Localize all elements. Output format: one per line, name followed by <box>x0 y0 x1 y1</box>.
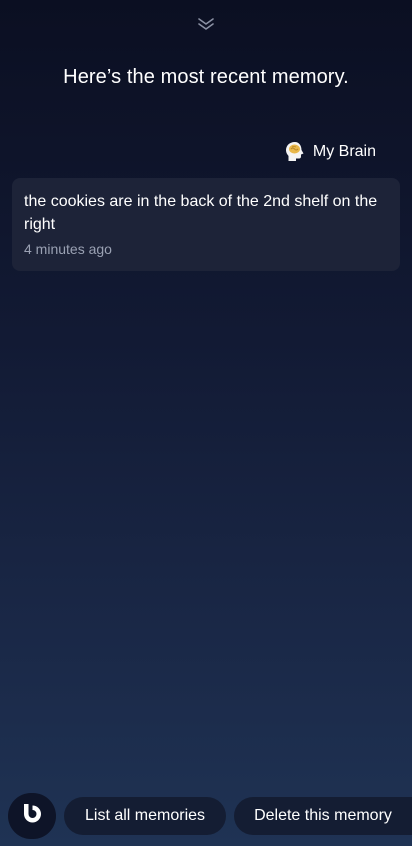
memory-timestamp: 4 minutes ago <box>24 241 112 257</box>
page-title: Here’s the most recent memory. <box>63 66 349 88</box>
memory-source: My Brain <box>285 141 376 163</box>
assistant-button[interactable] <box>8 793 56 839</box>
bottom-bar: List all memories Delete this memory <box>0 793 412 839</box>
memory-card[interactable]: the cookies are in the back of the 2nd s… <box>12 178 400 271</box>
brain-icon <box>285 141 305 163</box>
memory-text: the cookies are in the back of the 2nd s… <box>24 193 378 233</box>
source-label: My Brain <box>312 143 376 160</box>
bixby-icon <box>21 802 43 831</box>
delete-memory-button[interactable]: Delete this memory <box>234 797 412 835</box>
list-all-memories-button[interactable]: List all memories <box>64 797 226 835</box>
collapse-chevron-icon[interactable] <box>196 16 216 32</box>
